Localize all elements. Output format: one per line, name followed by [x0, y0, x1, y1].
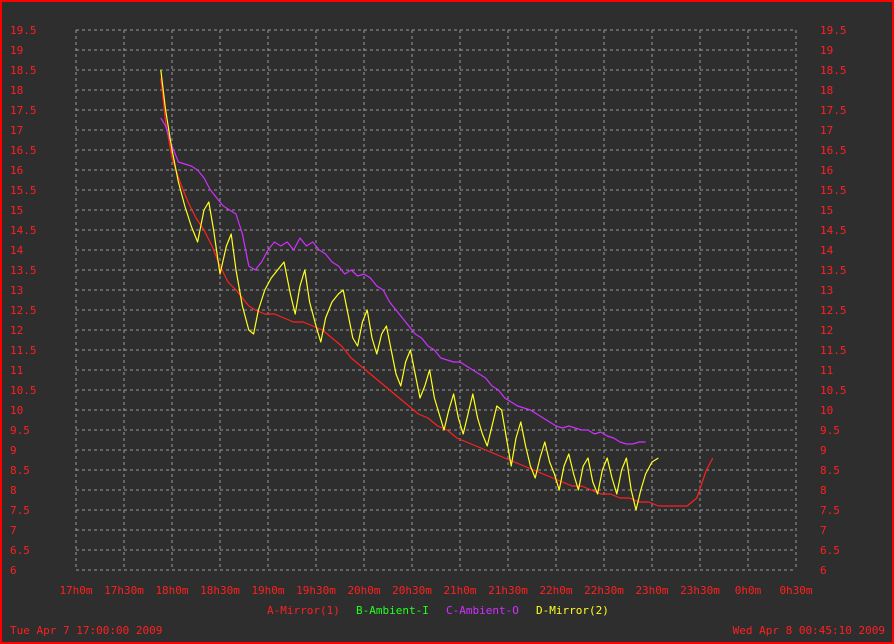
y-tick-label-right: 6.5 [820, 544, 840, 557]
y-tick-label-left: 6 [10, 564, 17, 577]
legend: A-Mirror(1) B-Ambient-I C-Ambient-O D-Mirro… [267, 604, 609, 617]
y-axis-left: 19.5 19 18.5 18 17.5 17 16.5 16 15.5 15 14.5 14 13.5… [10, 24, 37, 577]
x-tick-label: 20h0m [347, 584, 380, 597]
y-tick-label-right: 19 [820, 44, 833, 57]
x-tick-label: 21h30m [488, 584, 528, 597]
y-tick-label-right: 8 [820, 484, 827, 497]
x-tick-label: 18h0m [155, 584, 188, 597]
x-tick-label: 0h30m [779, 584, 812, 597]
y-tick-label-right: 18.5 [820, 64, 847, 77]
y-tick-label-right: 13 [820, 284, 833, 297]
y-tick-label-left: 17.5 [10, 104, 37, 117]
y-tick-label-right: 10.5 [820, 384, 847, 397]
x-tick-label: 23h0m [635, 584, 668, 597]
y-tick-label-right: 12.5 [820, 304, 847, 317]
x-tick-label: 19h30m [296, 584, 336, 597]
y-tick-label-right: 17.5 [820, 104, 847, 117]
y-tick-label-left: 16.5 [10, 144, 37, 157]
y-tick-label-right: 12 [820, 324, 833, 337]
y-tick-label-right: 11 [820, 364, 833, 377]
y-tick-label-right: 6 [820, 564, 827, 577]
y-tick-label-left: 13.5 [10, 264, 37, 277]
y-tick-label-left: 8.5 [10, 464, 30, 477]
y-tick-label-right: 8.5 [820, 464, 840, 477]
x-tick-label: 18h30m [200, 584, 240, 597]
y-tick-label-left: 11.5 [10, 344, 37, 357]
series-line-1 [160, 77, 714, 507]
y-tick-label-right: 7.5 [820, 504, 840, 517]
x-tick-label: 23h30m [680, 584, 720, 597]
y-tick-label-left: 18 [10, 84, 23, 97]
series-line-3 [160, 117, 646, 445]
y-tick-label-left: 13 [10, 284, 23, 297]
y-tick-label-right: 19.5 [820, 24, 847, 37]
y-tick-label-left: 14.5 [10, 224, 37, 237]
y-tick-label-left: 8 [10, 484, 17, 497]
x-tick-label: 17h0m [59, 584, 92, 597]
y-tick-label-right: 7 [820, 524, 827, 537]
y-tick-label-right: 14.5 [820, 224, 847, 237]
x-tick-label: 22h0m [539, 584, 572, 597]
end-timestamp: Wed Apr 8 00:45:10 2009 [733, 624, 885, 637]
y-tick-label-left: 15 [10, 204, 23, 217]
y-tick-label-left: 14 [10, 244, 24, 257]
y-tick-label-right: 16.5 [820, 144, 847, 157]
x-tick-label: 19h0m [251, 584, 284, 597]
y-tick-label-left: 17 [10, 124, 23, 137]
y-tick-label-right: 15 [820, 204, 833, 217]
x-tick-label: 21h0m [443, 584, 476, 597]
y-axis-right: 19.5 19 18.5 18 17.5 17 16.5 16 15.5 15 14.5 14 13.5… [820, 24, 847, 577]
y-tick-label-left: 12 [10, 324, 23, 337]
y-tick-label-left: 6.5 [10, 544, 30, 557]
y-tick-label-right: 9.5 [820, 424, 840, 437]
y-tick-label-left: 16 [10, 164, 23, 177]
legend-entry-3: C-Ambient-O [446, 604, 519, 617]
y-tick-label-right: 16 [820, 164, 833, 177]
y-tick-label-left: 19 [10, 44, 23, 57]
y-tick-label-right: 10 [820, 404, 833, 417]
y-tick-label-left: 19.5 [10, 24, 37, 37]
y-tick-label-left: 7.5 [10, 504, 30, 517]
y-tick-label-right: 14 [820, 244, 834, 257]
x-tick-label: 0h0m [735, 584, 762, 597]
y-tick-label-left: 11 [10, 364, 23, 377]
legend-entry-2: B-Ambient-I [356, 604, 429, 617]
x-tick-label: 22h30m [584, 584, 624, 597]
y-tick-label-left: 10.5 [10, 384, 37, 397]
y-tick-label-left: 9.5 [10, 424, 30, 437]
legend-entry-1: A-Mirror(1) [267, 604, 340, 617]
y-tick-label-right: 11.5 [820, 344, 847, 357]
y-tick-label-left: 18.5 [10, 64, 37, 77]
x-axis: 17h0m 17h30m 18h0m 18h30m 19h0m 19h30m 20h0m 20… [59, 584, 812, 597]
y-tick-label-left: 7 [10, 524, 17, 537]
start-timestamp: Tue Apr 7 17:00:00 2009 [10, 624, 162, 637]
x-tick-label: 20h30m [392, 584, 432, 597]
temperature-line-chart: 19.5 19 18.5 18 17.5 17 16.5 16 15.5 15 14.5 14 13.5… [10, 24, 885, 637]
y-tick-label-right: 9 [820, 444, 827, 457]
grid [75, 29, 797, 571]
x-tick-label: 17h30m [104, 584, 144, 597]
y-tick-label-left: 9 [10, 444, 17, 457]
y-tick-label-left: 10 [10, 404, 23, 417]
y-tick-label-left: 12.5 [10, 304, 37, 317]
legend-entry-4: D-Mirror(2) [536, 604, 609, 617]
y-tick-label-left: 15.5 [10, 184, 37, 197]
y-tick-label-right: 13.5 [820, 264, 847, 277]
y-tick-label-right: 17 [820, 124, 833, 137]
y-tick-label-right: 15.5 [820, 184, 847, 197]
y-tick-label-right: 18 [820, 84, 833, 97]
